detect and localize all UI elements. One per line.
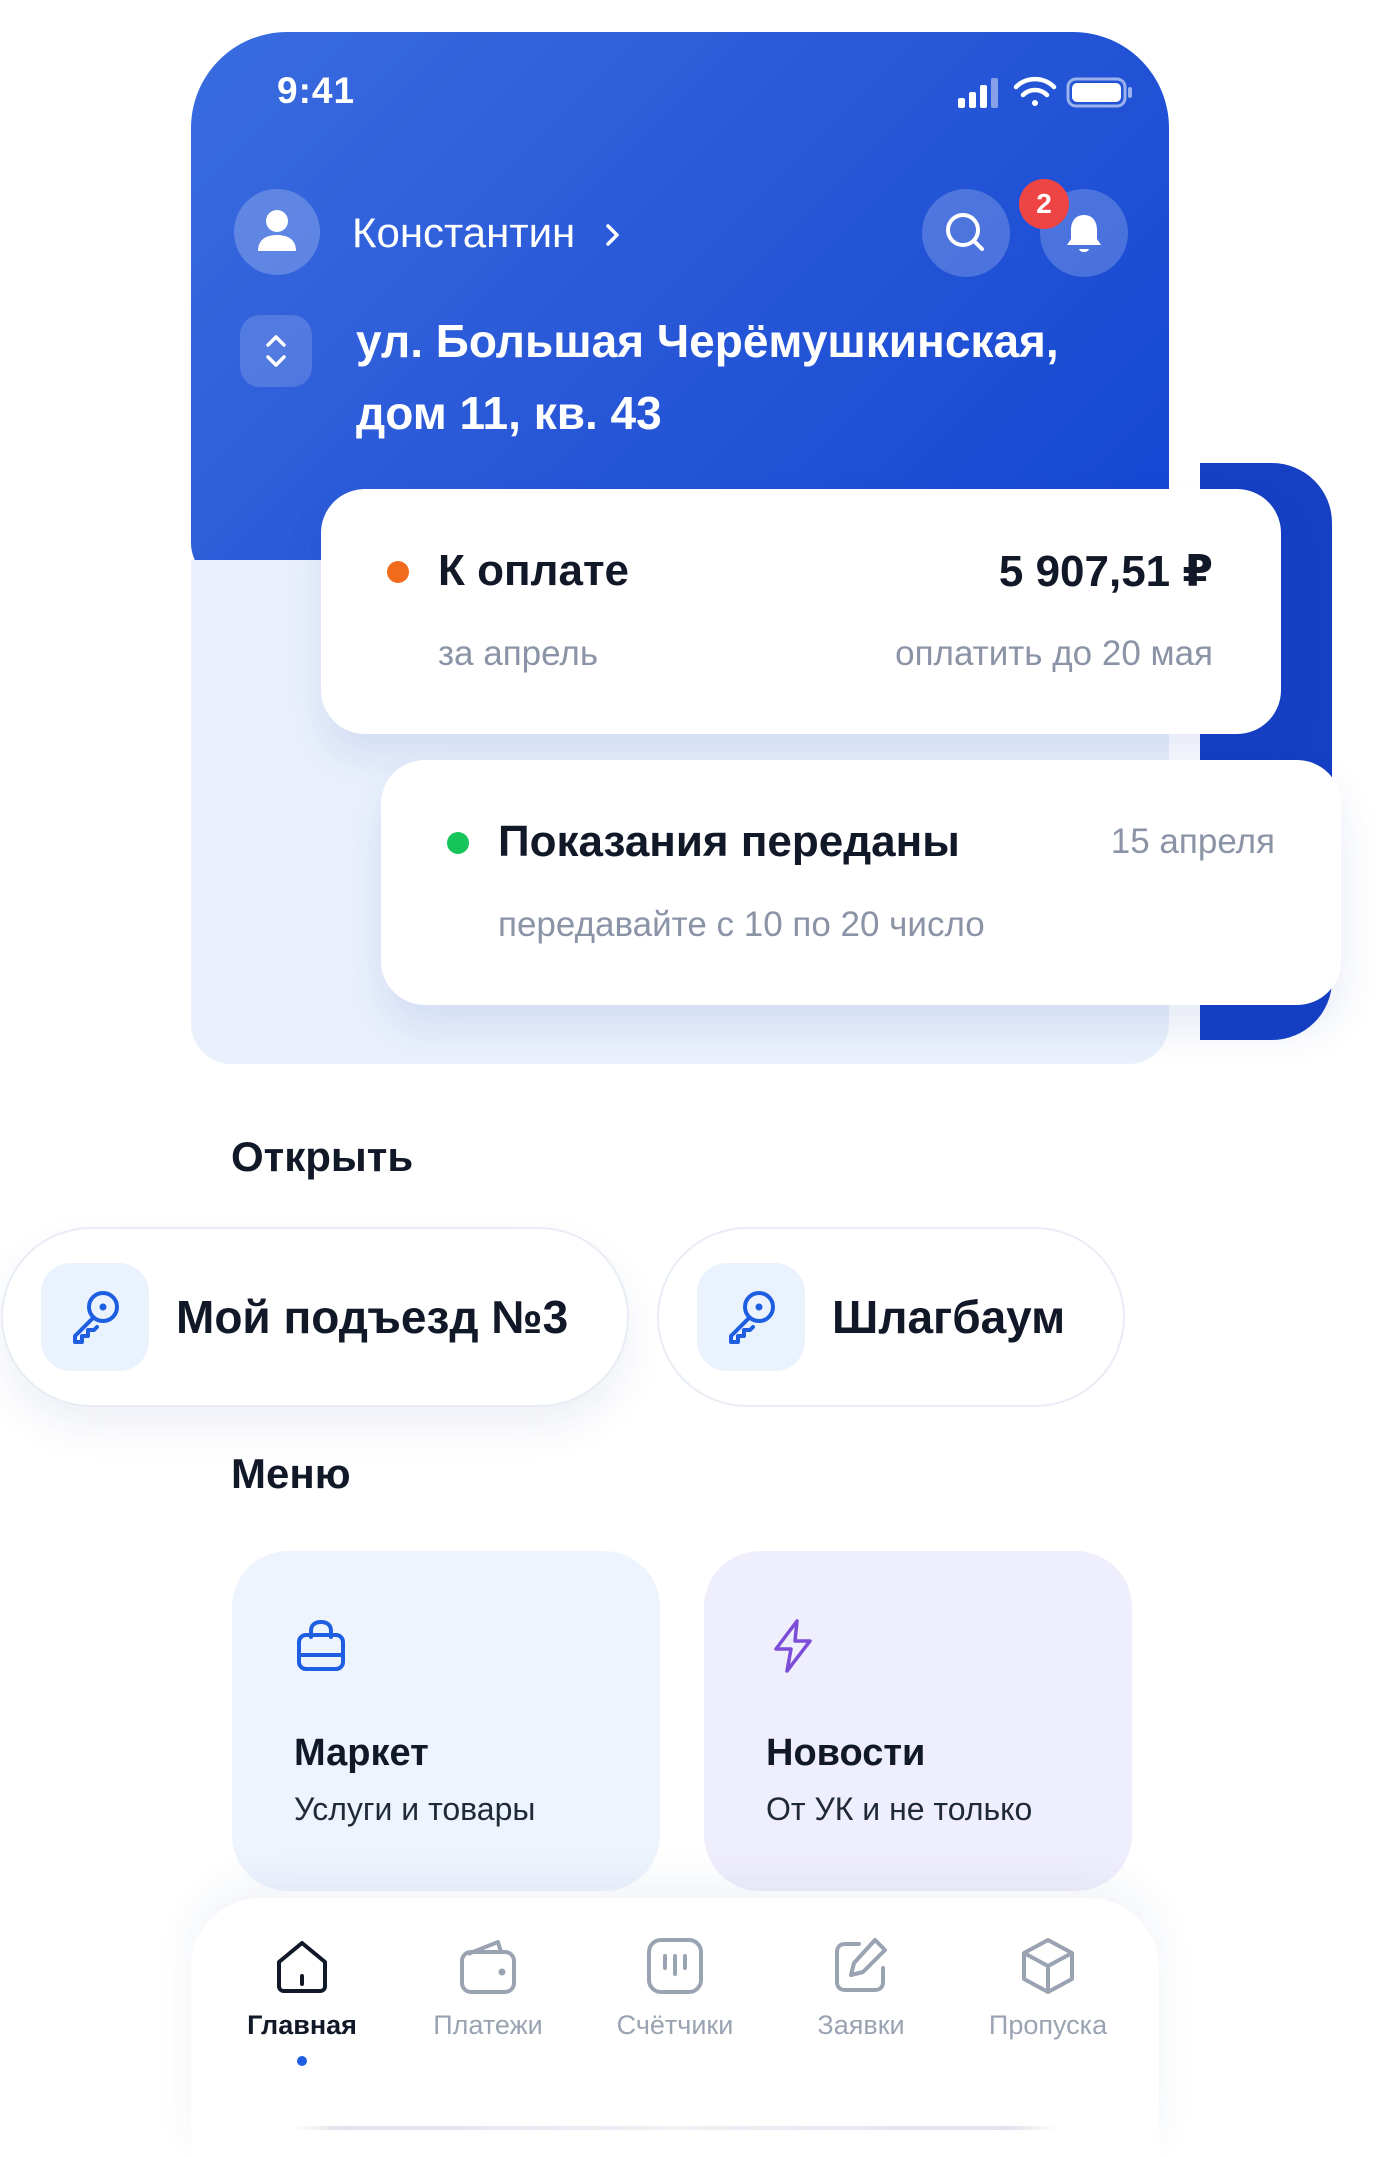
tab-home[interactable]: Главная (209, 1924, 395, 2124)
open-barrier-button[interactable]: Шлагбаум (657, 1227, 1125, 1407)
lightning-icon (774, 1619, 812, 1673)
tab-passes-label: Пропуска (988, 2010, 1108, 2040)
meters-title: Показания переданы (498, 817, 960, 866)
tab-payments-label: Платежи (433, 2010, 543, 2040)
battery-icon (1066, 77, 1132, 108)
signal-icon (958, 78, 998, 108)
meters-hint: передавайте с 10 по 20 число (498, 905, 985, 944)
box-icon (1022, 1938, 1074, 1994)
meters-status-dot (447, 832, 469, 854)
search-icon (946, 213, 984, 251)
payment-card[interactable]: К оплате 5 907,51 ₽ за апрель оплатить д… (321, 489, 1281, 734)
payment-due-date: оплатить до 20 мая (895, 634, 1213, 673)
menu-item-news-title: Новости (766, 1732, 926, 1774)
menu-item-news[interactable]: Новости От УК и не только (704, 1551, 1132, 1891)
user-name-link[interactable]: Константин (352, 209, 575, 257)
address-text[interactable]: ул. Большая Черёмушкинская, дом 11, кв. … (356, 305, 1116, 449)
wifi-icon (1013, 76, 1057, 106)
payment-status-dot (387, 561, 409, 583)
key-icon (729, 1291, 775, 1344)
tab-payments[interactable]: Платежи (395, 1924, 581, 2124)
tab-requests[interactable]: Заявки (768, 1924, 954, 2124)
menu-item-market-subtitle: Услуги и товары (294, 1791, 536, 1827)
chevron-right-icon (606, 224, 619, 246)
open-entrance-label: Мой подъезд №3 (176, 1291, 569, 1343)
menu-item-market[interactable]: Маркет Услуги и товары (232, 1551, 660, 1891)
address-line-1: ул. Большая Черёмушкинская, (356, 315, 1059, 367)
key-icon (73, 1291, 119, 1344)
tab-meters-label: Счётчики (616, 2010, 734, 2040)
status-icons (958, 76, 1132, 108)
active-tab-indicator (297, 2056, 307, 2066)
status-time: 9:41 (277, 70, 356, 111)
shopping-bag-icon (297, 1619, 345, 1671)
menu-item-news-subtitle: От УК и не только (766, 1791, 1033, 1827)
tab-meters[interactable]: Счётчики (582, 1924, 768, 2124)
meters-date: 15 апреля (1110, 822, 1275, 861)
key-icon-container (697, 1263, 805, 1371)
open-section-title: Открыть (231, 1133, 414, 1180)
open-barrier-label: Шлагбаум (832, 1291, 1066, 1343)
menu-section-title: Меню (231, 1450, 351, 1497)
tab-passes[interactable]: Пропуска (955, 1924, 1141, 2124)
notifications-badge: 2 (1019, 179, 1069, 229)
avatar[interactable] (234, 189, 320, 275)
payment-amount: 5 907,51 ₽ (998, 547, 1213, 596)
user-icon (258, 210, 296, 251)
menu-item-market-title: Маркет (294, 1732, 429, 1774)
search-button[interactable] (922, 189, 1010, 277)
tab-requests-label: Заявки (817, 2010, 905, 2040)
open-entrance-button[interactable]: Мой подъезд №3 (1, 1227, 629, 1407)
wallet-icon (460, 1940, 516, 1994)
key-icon-container (41, 1263, 149, 1371)
meter-icon (647, 1938, 703, 1994)
chevron-up-down-icon (266, 335, 286, 367)
payment-period: за апрель (438, 634, 599, 673)
bottom-tab-bar: Главная Платежи Счётчики Заявки Пропуска (191, 1898, 1159, 2157)
address-line-2: дом 11, кв. 43 (356, 387, 662, 439)
tab-home-label: Главная (247, 2010, 357, 2040)
edit-icon (835, 1938, 887, 1992)
address-switch-button[interactable] (240, 315, 312, 387)
payment-title: К оплате (438, 546, 629, 595)
home-icon (277, 1941, 327, 1993)
home-indicator (294, 2126, 1056, 2130)
meters-card[interactable]: Показания переданы 15 апреля передавайте… (381, 760, 1341, 1005)
